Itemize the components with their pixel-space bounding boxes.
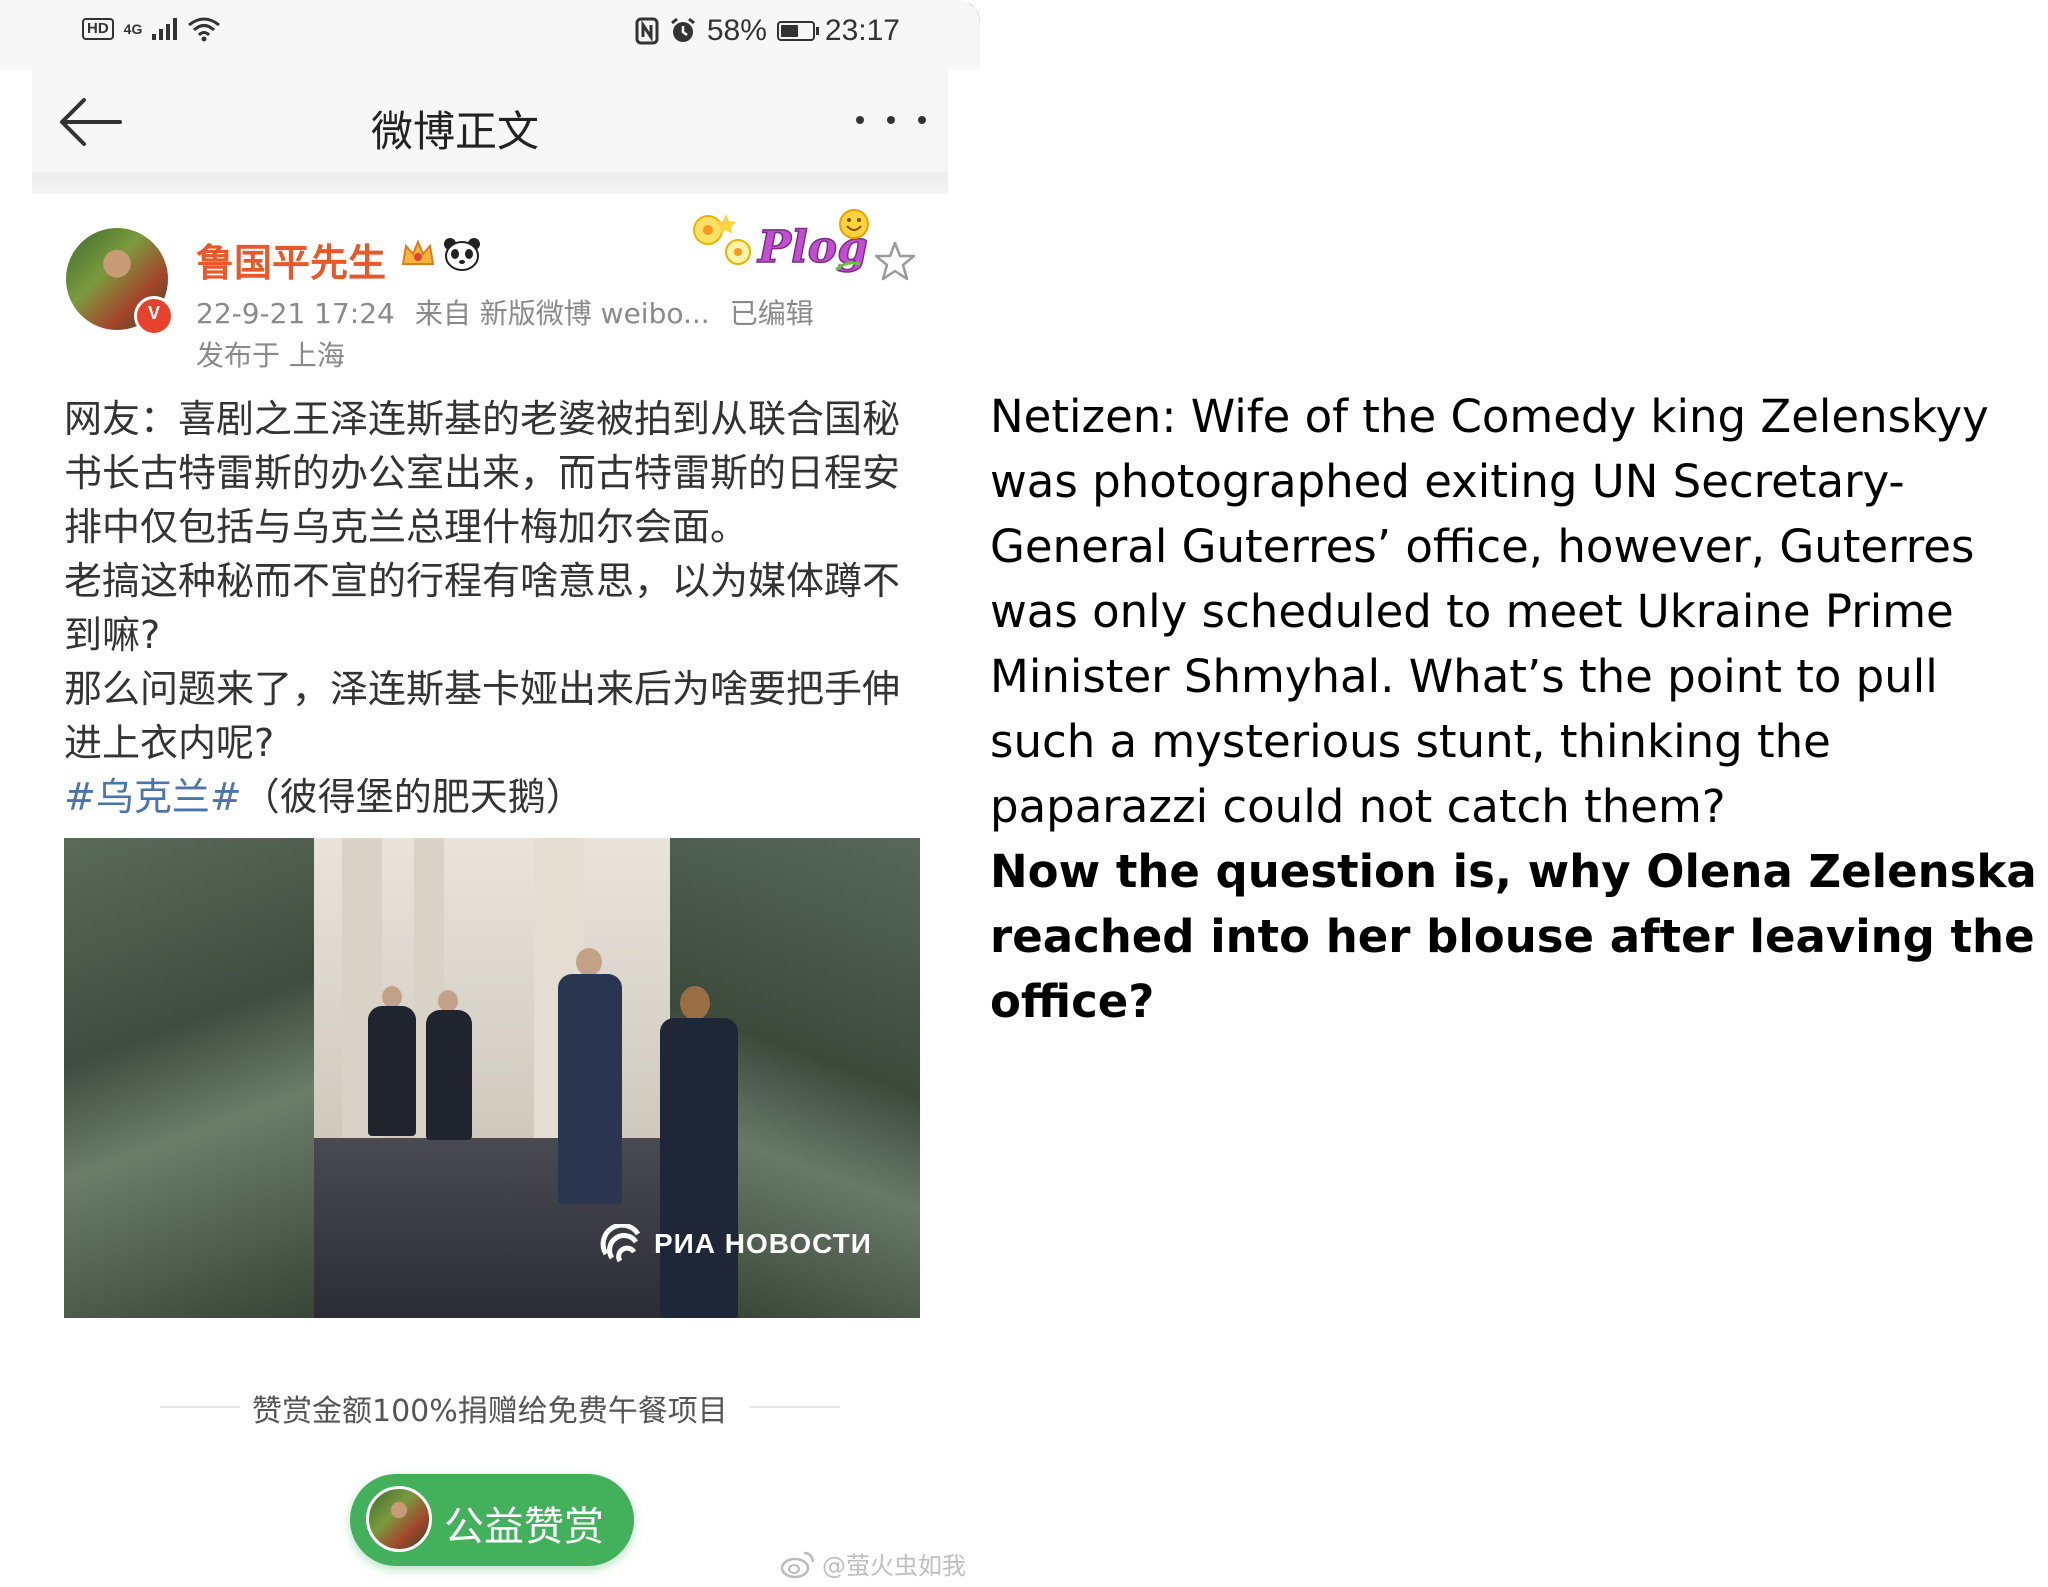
post-source[interactable]: 来自 新版微博 weibo... bbox=[415, 297, 710, 330]
post-edited: 已编辑 bbox=[729, 297, 814, 330]
post-paragraph-1: 网友：喜剧之王泽连斯基的老婆被拍到从联合国秘书长古特雷斯的办公室出来，而古特雷斯… bbox=[64, 397, 901, 549]
hd-badge: HD bbox=[82, 18, 114, 40]
reward-divider-left bbox=[160, 1406, 240, 1408]
signal-icon bbox=[152, 18, 178, 40]
ria-logo-icon bbox=[600, 1224, 641, 1263]
reward-button-label: 公益赞赏 bbox=[444, 1504, 604, 1550]
hashtag-link[interactable]: #乌克兰# bbox=[64, 775, 242, 819]
clock: 23:17 bbox=[824, 14, 900, 47]
ria-text: РИА НОВОСТИ bbox=[654, 1228, 872, 1259]
page-title: 微博正文 bbox=[370, 107, 539, 156]
watermark-text: @萤火虫如我 bbox=[822, 1552, 966, 1580]
weibo-watermark: @萤火虫如我 bbox=[780, 1546, 966, 1581]
reward-note: 赞赏金额100%捐赠给免费午餐项目 bbox=[252, 1394, 728, 1429]
hashtag-note: （彼得堡的肥天鹅） bbox=[241, 775, 584, 819]
post-photo[interactable]: РИА НОВОСТИ bbox=[64, 838, 920, 1318]
post-meta: 22-9-21 17:24 来自 新版微博 weibo... 已编辑 bbox=[196, 292, 814, 332]
post-paragraph-2: 老搞这种秘而不宣的行程有啥意思，以为媒体蹲不到嘛? bbox=[64, 559, 901, 657]
crown-icon bbox=[401, 239, 435, 265]
nav-divider bbox=[32, 172, 948, 194]
weibo-logo-icon bbox=[780, 1551, 815, 1578]
status-left: HD 4G bbox=[82, 16, 221, 42]
battery-percent: 58% bbox=[706, 14, 767, 47]
nav-bar: 微博正文 bbox=[32, 70, 948, 172]
reward-avatar bbox=[366, 1486, 432, 1552]
status-bar: HD 4G 58% 23:17 bbox=[0, 0, 980, 70]
phone-screenshot: HD 4G 58% 23:17 微博正文 V 鲁国平先生 Plog 22-9-2… bbox=[0, 0, 980, 1587]
nfc-icon bbox=[635, 17, 659, 45]
photo-wall-left bbox=[64, 838, 314, 1318]
network-type: 4G bbox=[123, 21, 143, 37]
verified-badge: V bbox=[134, 296, 174, 336]
panda-icon bbox=[444, 238, 480, 271]
battery-fill bbox=[780, 25, 798, 37]
post-body: 网友：喜剧之王泽连斯基的老婆被拍到从联合国秘书长古特雷斯的办公室出来，而古特雷斯… bbox=[64, 392, 924, 824]
post-location: 发布于 上海 bbox=[196, 339, 345, 372]
author-name[interactable]: 鲁国平先生 bbox=[196, 232, 386, 287]
charity-reward-button[interactable]: 公益赞赏 bbox=[350, 1474, 634, 1566]
ria-novosti-watermark: РИА НОВОСТИ bbox=[600, 1224, 872, 1264]
wifi-icon bbox=[188, 17, 221, 42]
more-options-icon[interactable] bbox=[856, 100, 926, 140]
post-paragraph-3: 那么问题来了，泽连斯基卡娅出来后为啥要把手伸进上衣内呢? bbox=[64, 667, 901, 765]
reward-divider-right bbox=[750, 1406, 840, 1408]
alarm-icon bbox=[670, 17, 695, 42]
english-annotation: Netizen: Wife of the Comedy king Zelensk… bbox=[990, 384, 2042, 1034]
annotation-paragraph: Netizen: Wife of the Comedy king Zelensk… bbox=[990, 390, 1989, 833]
plog-sticker: Plog bbox=[693, 209, 869, 274]
post-date: 22-9-21 17:24 bbox=[196, 297, 395, 330]
post-tags: #乌克兰#（彼得堡的肥天鹅） bbox=[64, 770, 924, 824]
battery-icon bbox=[776, 21, 819, 41]
status-right: 58% 23:17 bbox=[635, 14, 900, 48]
favorite-star-icon[interactable] bbox=[874, 240, 916, 282]
annotation-question: Now the question is, why Olena Zelenska … bbox=[990, 845, 2037, 1028]
